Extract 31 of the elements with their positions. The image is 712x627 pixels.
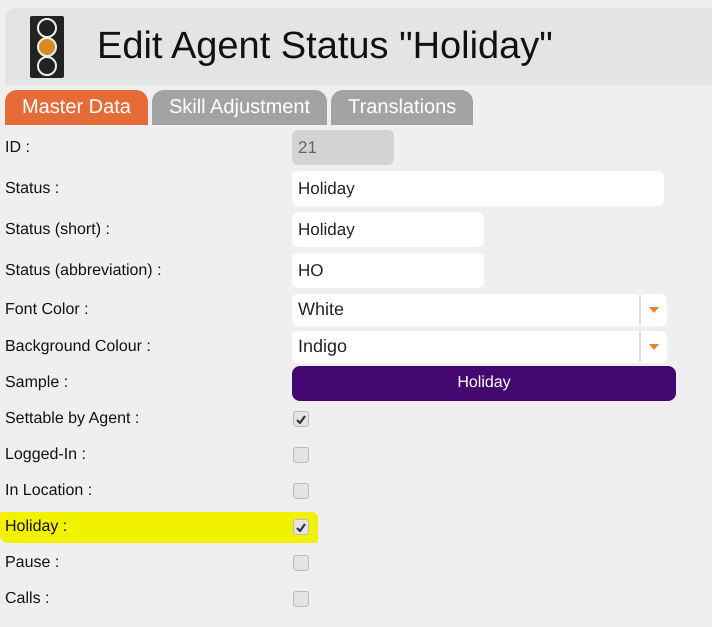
checkbox[interactable] (293, 519, 309, 535)
page-title: Edit Agent Status "Holiday" (97, 25, 553, 68)
dropdown[interactable]: Indigo (292, 330, 667, 362)
checkbox[interactable] (293, 555, 309, 571)
caret-icon (649, 344, 659, 350)
input-field[interactable]: Holiday (292, 212, 484, 247)
field-label: Status (abbreviation) : (5, 262, 163, 280)
field-label: Calls : (5, 590, 50, 608)
field-label: Font Color : (5, 300, 90, 318)
field-label: Settable by Agent : (5, 410, 140, 428)
dropdown[interactable]: White (292, 294, 667, 326)
field-label: ID : (5, 138, 31, 156)
checkbox[interactable] (293, 411, 309, 427)
color-sample: Holiday (292, 366, 676, 400)
checkmark-icon (296, 522, 306, 532)
field-label: Pause : (5, 554, 60, 572)
field-label: Status : (5, 180, 60, 198)
input-field[interactable]: HO (292, 253, 484, 288)
field-label: Sample : (5, 374, 70, 392)
traffic-light-icon (30, 16, 64, 78)
checkbox[interactable] (293, 483, 309, 499)
field-label: Logged-In : (5, 446, 87, 464)
checkbox[interactable] (293, 447, 309, 463)
checkbox[interactable] (293, 591, 309, 607)
input-field[interactable]: Holiday (292, 171, 664, 206)
checkmark-icon (296, 414, 306, 424)
field-label: Status (short) : (5, 220, 111, 238)
field-label: Background Colour : (5, 338, 152, 356)
caret-icon (649, 306, 659, 312)
field-label: In Location : (5, 482, 94, 500)
field-label: Holiday : (5, 518, 68, 536)
